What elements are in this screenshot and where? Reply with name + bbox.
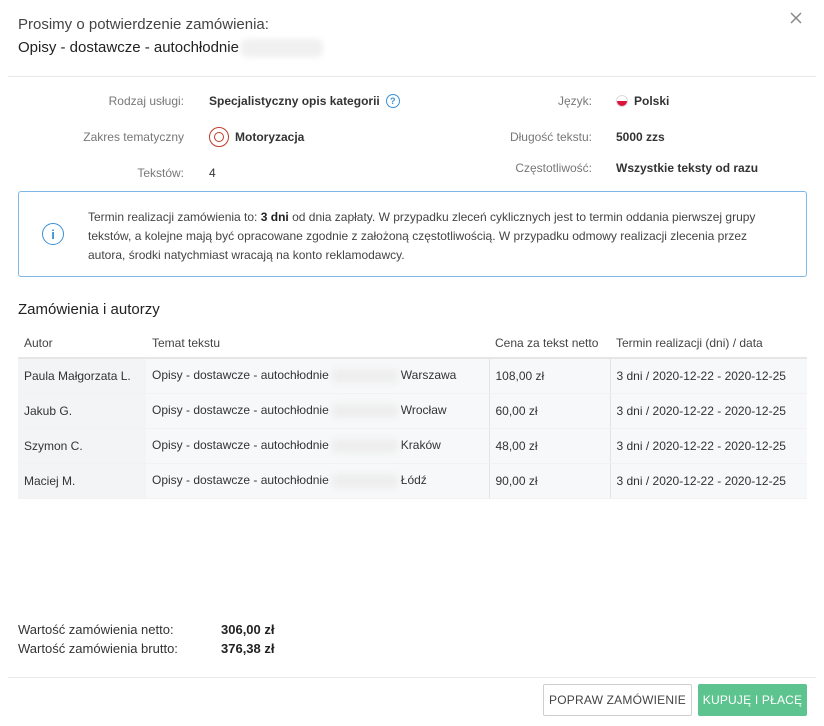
price-cell: 90,00 zł — [489, 463, 611, 499]
redacted-text — [331, 403, 398, 418]
modal-title: Prosimy o potwierdzenie zamówienia: — [18, 16, 269, 33]
deadline-cell: 3 dni / 2020-12-22 - 2020-12-25 — [610, 393, 807, 429]
close-button[interactable] — [786, 8, 806, 28]
texts-label: Tekstów: — [137, 166, 184, 180]
topic-start: Opisy - dostawcze - autochłodnie — [152, 368, 329, 383]
net-total-row: Wartość zamówienia netto: 306,00 zł — [18, 620, 318, 639]
help-icon[interactable]: ? — [385, 94, 400, 108]
modal-header: Prosimy o potwierdzenie zamówienia: Opis… — [18, 14, 784, 59]
orders-table: Autor Temat tekstu Cena za tekst netto T… — [18, 329, 807, 499]
redacted-text — [331, 369, 398, 384]
author-cell: Paula Małgorzata L. — [18, 358, 146, 394]
redacted-text — [331, 438, 398, 453]
table-row: Jakub G. Opisy - dostawcze - autochłodni… — [18, 393, 807, 429]
footer-divider — [8, 677, 816, 678]
modal-subtitle: Opisy - dostawcze - autochłodnie — [18, 37, 323, 59]
topic-cell: Opisy - dostawcze - autochłodnie Kraków — [146, 428, 490, 464]
info-icon: i — [42, 223, 64, 245]
notice-text: Termin realizacji zamówienia to: 3 dni o… — [88, 208, 786, 265]
author-cell: Maciej M. — [18, 463, 146, 499]
order-details: Rodzaj usługi: Specjalistyczny opis kate… — [18, 84, 808, 188]
price-cell: 108,00 zł — [489, 358, 611, 394]
topic-cell: Opisy - dostawcze - autochłodnie Warszawa — [146, 358, 490, 394]
net-total-value: 306,00 zł — [221, 622, 275, 637]
column-header-price: Cena za tekst netto — [489, 329, 610, 359]
scope-value: Motoryzacja — [209, 125, 304, 149]
notice-days: 3 dni — [260, 210, 289, 224]
language-label: Język: — [557, 94, 592, 108]
length-label: Długość tekstu: — [509, 130, 592, 144]
topic-end: Warszawa — [400, 368, 457, 383]
close-icon — [790, 12, 802, 24]
gross-total-label: Wartość zamówienia brutto: — [18, 641, 178, 656]
redacted-text — [240, 39, 323, 58]
topic-cell: Opisy - dostawcze - autochłodnie Wrocław — [146, 393, 490, 429]
topic-cell: Opisy - dostawcze - autochłodnie Łódź — [146, 463, 490, 499]
order-confirmation-modal: Prosimy o potwierdzenie zamówienia: Opis… — [0, 0, 824, 726]
details-row-1: Rodzaj usługi: Specjalistyczny opis kate… — [18, 89, 808, 113]
service-label: Rodzaj usługi: — [108, 94, 184, 108]
price-cell: 48,00 zł — [489, 428, 611, 464]
table-row: Maciej M. Opisy - dostawcze - autochłodn… — [18, 463, 807, 499]
table-row: Paula Małgorzata L. Opisy - dostawcze - … — [18, 358, 807, 394]
topic-end: Wrocław — [400, 403, 447, 418]
order-totals: Wartość zamówienia netto: 306,00 zł Wart… — [18, 620, 318, 658]
texts-value: 4 — [209, 166, 216, 180]
language-value: Polski — [616, 89, 669, 113]
topic-start: Opisy - dostawcze - autochłodnie — [152, 438, 329, 453]
service-value-text: Specjalistyczny opis kategorii — [209, 94, 380, 108]
gross-total-value: 376,38 zł — [221, 641, 275, 656]
deadline-cell: 3 dni / 2020-12-22 - 2020-12-25 — [610, 463, 807, 499]
frequency-label: Częstotliwość: — [515, 161, 592, 175]
topic-end: Łódź — [400, 473, 427, 488]
author-cell: Szymon C. — [18, 428, 146, 464]
length-value: 5000 zzs — [616, 130, 665, 144]
topic-end: Kraków — [400, 438, 441, 453]
column-header-deadline: Termin realizacji (dni) / data — [610, 329, 807, 359]
header-divider — [8, 76, 816, 77]
table-row: Szymon C. Opisy - dostawcze - autochłodn… — [18, 428, 807, 464]
column-header-author: Autor — [18, 329, 146, 359]
scope-value-text: Motoryzacja — [235, 130, 305, 144]
edit-order-button[interactable]: Popraw zamówienie — [543, 684, 692, 716]
scope-label: Zakres tematyczny — [83, 130, 184, 144]
gross-total-row: Wartość zamówienia brutto: 376,38 zł — [18, 639, 318, 658]
deadline-cell: 3 dni / 2020-12-22 - 2020-12-25 — [610, 358, 807, 394]
details-row-2: Zakres tematyczny Motoryzacja Długość te… — [18, 125, 808, 149]
details-row-3: Tekstów: 4 Częstotliwość: Wszystkie teks… — [18, 161, 808, 185]
frequency-value: Wszystkie teksty od razu — [616, 161, 759, 175]
topic-start: Opisy - dostawcze - autochłodnie — [152, 403, 329, 418]
deadline-notice: i Termin realizacji zamówienia to: 3 dni… — [18, 191, 807, 277]
language-value-text: Polski — [634, 94, 670, 108]
price-cell: 60,00 zł — [489, 393, 611, 429]
orders-section-title: Zamówienia i autorzy — [18, 301, 160, 318]
topic-start: Opisy - dostawcze - autochłodnie — [152, 473, 329, 488]
notice-part1: Termin realizacji zamówienia to: — [88, 210, 261, 224]
net-total-label: Wartość zamówienia netto: — [18, 622, 174, 637]
deadline-cell: 3 dni / 2020-12-22 - 2020-12-25 — [610, 428, 807, 464]
table-header-row: Autor Temat tekstu Cena za tekst netto T… — [18, 329, 807, 359]
redacted-text — [331, 473, 398, 488]
author-cell: Jakub G. — [18, 393, 146, 429]
column-header-topic: Temat tekstu — [146, 329, 489, 359]
modal-subtitle-text: Opisy - dostawcze - autochłodnie — [18, 39, 239, 56]
poland-flag-icon — [616, 95, 628, 107]
buy-and-pay-button[interactable]: Kupuję i płacę — [698, 684, 807, 716]
steering-wheel-icon — [209, 127, 229, 147]
service-value: Specjalistyczny opis kategorii ? — [209, 89, 400, 113]
